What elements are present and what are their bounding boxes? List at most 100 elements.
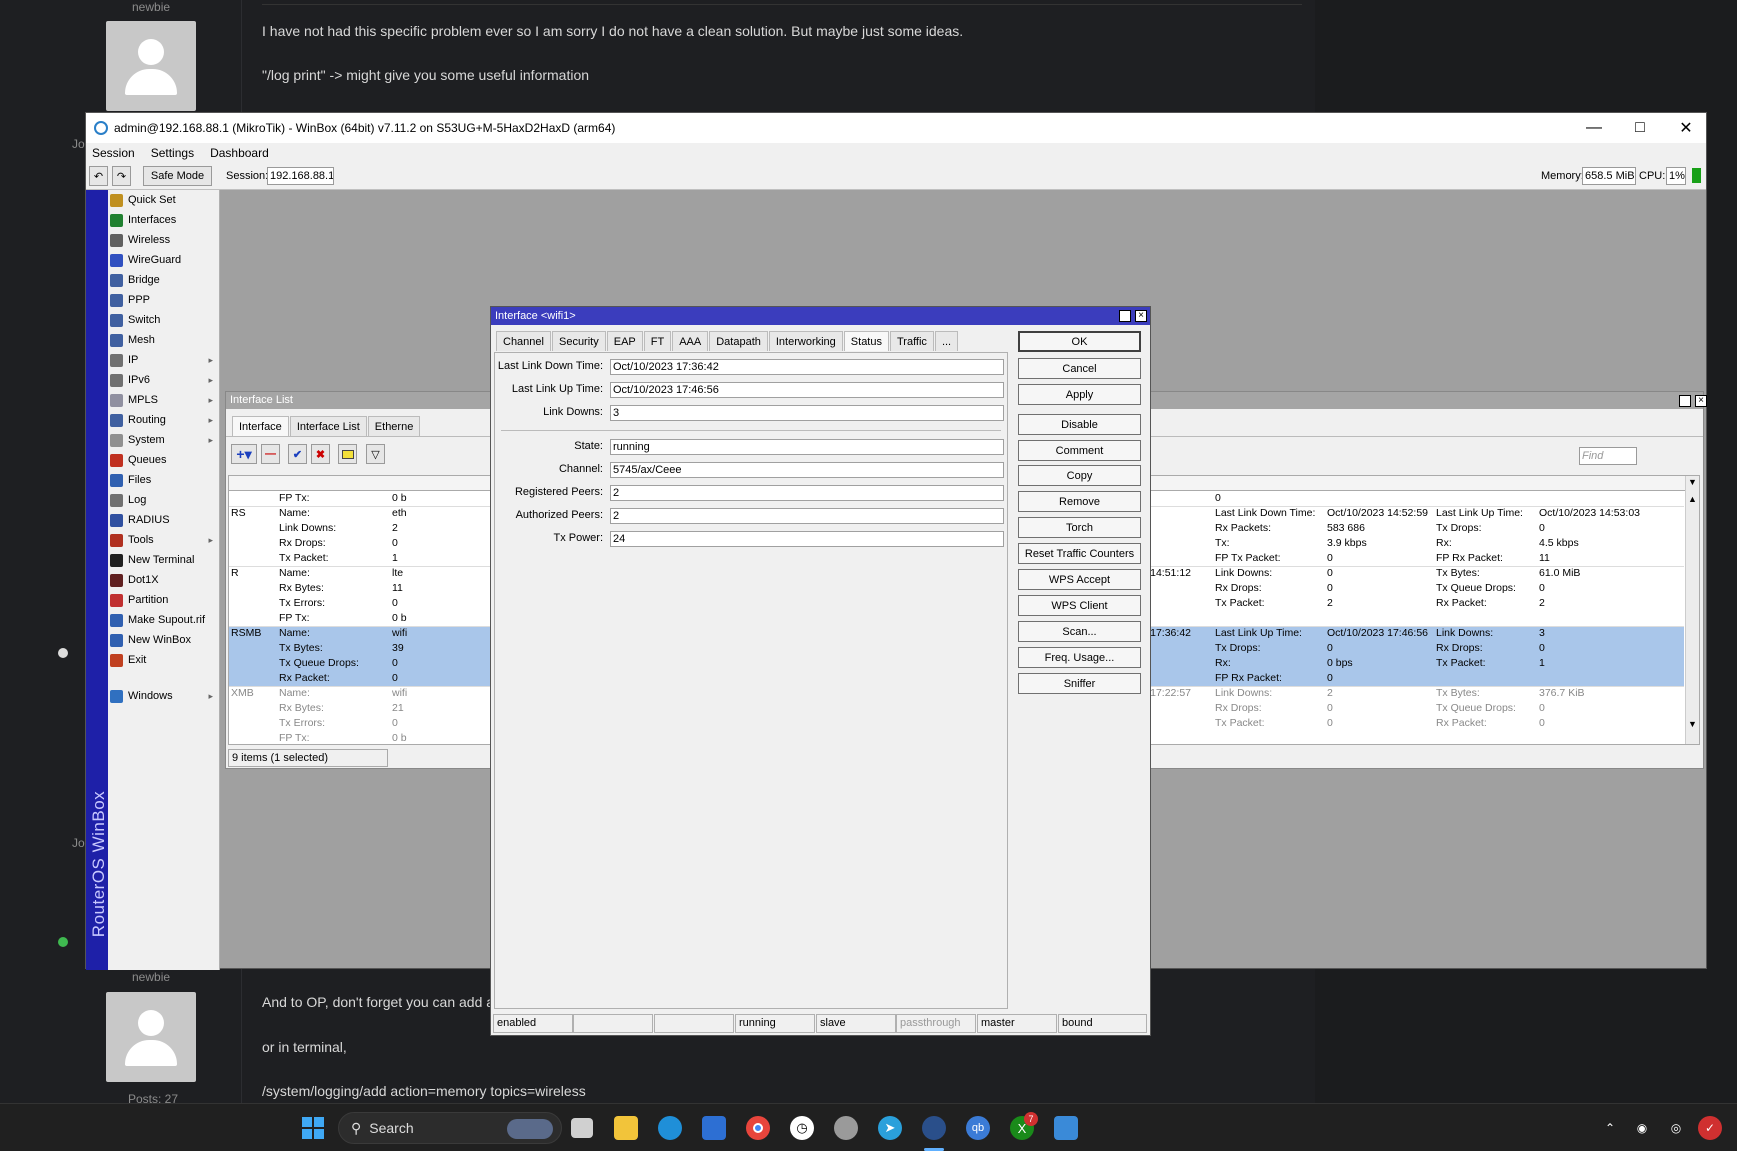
app-window-icon[interactable] (1054, 1116, 1078, 1140)
redo-icon[interactable]: ↷ (112, 166, 131, 186)
tab-traffic[interactable]: Traffic (889, 331, 934, 351)
scroll-down-icon[interactable]: ▼ (1688, 719, 1697, 729)
close-icon[interactable]: ✕ (1663, 113, 1709, 143)
sidebar-item-tools[interactable]: Tools ▸ (108, 530, 219, 550)
comment-button[interactable]: Comment (1018, 440, 1141, 461)
drive-icon[interactable] (834, 1116, 858, 1140)
sidebar-item-make-supout-rif[interactable]: Make Supout.rif (108, 610, 219, 630)
sidebar-item-switch[interactable]: Switch (108, 310, 219, 330)
tab-datapath[interactable]: Datapath (709, 331, 768, 351)
sidebar-item-wireguard[interactable]: WireGuard (108, 250, 219, 270)
sidebar-item-ipv6[interactable]: IPv6 ▸ (108, 370, 219, 390)
remove-icon[interactable]: — (261, 444, 280, 464)
tab-interface-list[interactable]: Interface List (289, 416, 367, 436)
menu-settings[interactable]: Settings (151, 146, 194, 160)
tab-status[interactable]: Status (843, 331, 889, 351)
ok-button[interactable]: OK (1018, 331, 1141, 352)
field-value[interactable]: 2 (610, 485, 1004, 501)
sidebar-item-new-winbox[interactable]: New WinBox (108, 630, 219, 650)
sidebar-item-queues[interactable]: Queues (108, 450, 219, 470)
disable-icon[interactable]: ✖ (311, 444, 330, 464)
cancel-button[interactable]: Cancel (1018, 358, 1141, 379)
sniffer-button[interactable]: Sniffer (1018, 673, 1141, 694)
filter-icon[interactable]: ▽ (366, 444, 385, 464)
sidebar-item-wireless[interactable]: Wireless (108, 230, 219, 250)
sidebar-item-log[interactable]: Log (108, 490, 219, 510)
scroll-up-icon[interactable]: ▲ (1688, 494, 1697, 504)
search-input[interactable]: ⚲ Search (338, 1112, 562, 1144)
sidebar-item-quick-set[interactable]: Quick Set (108, 190, 219, 210)
task-view-icon[interactable] (571, 1118, 593, 1138)
field-value[interactable]: 3 (610, 405, 1004, 421)
tab-ethernet[interactable]: Etherne (367, 416, 421, 436)
field-value[interactable]: Oct/10/2023 17:46:56 (610, 382, 1004, 398)
sidebar-item-windows[interactable]: Windows ▸ (108, 686, 219, 706)
sidebar-item-mesh[interactable]: Mesh (108, 330, 219, 350)
field-value[interactable]: Oct/10/2023 17:36:42 (610, 359, 1004, 375)
apply-button[interactable]: Apply (1018, 384, 1141, 405)
sidebar-item-exit[interactable]: Exit (108, 650, 219, 670)
sidebar-item-files[interactable]: Files (108, 470, 219, 490)
wps-accept-button[interactable]: WPS Accept (1018, 569, 1141, 590)
freq-usage-button[interactable]: Freq. Usage... (1018, 647, 1141, 668)
wps-client-button[interactable]: WPS Client (1018, 595, 1141, 616)
sidebar-item-radius[interactable]: RADIUS (108, 510, 219, 530)
field-value[interactable]: running (610, 439, 1004, 455)
tab-eap[interactable]: EAP (606, 331, 643, 351)
tab-security[interactable]: Security (551, 331, 606, 351)
field-value[interactable]: 24 (610, 531, 1004, 547)
sidebar-item-partition[interactable]: Partition (108, 590, 219, 610)
remove-button[interactable]: Remove (1018, 491, 1141, 512)
winbox-taskbar-icon[interactable] (922, 1116, 946, 1140)
copy-button[interactable]: Copy (1018, 465, 1141, 486)
tab-interworking[interactable]: Interworking (768, 331, 843, 351)
post-username[interactable]: newbie (132, 0, 170, 14)
sidebar-item-mpls[interactable]: MPLS ▸ (108, 390, 219, 410)
menu-dashboard[interactable]: Dashboard (210, 146, 269, 160)
sidebar-item-dot1x[interactable]: Dot1X (108, 570, 219, 590)
tab-interface[interactable]: Interface (232, 416, 289, 436)
sidebar-item-routing[interactable]: Routing ▸ (108, 410, 219, 430)
post-username[interactable]: newbie (132, 970, 170, 984)
sidebar-item-ip[interactable]: IP ▸ (108, 350, 219, 370)
qbittorrent-icon[interactable]: qb (966, 1116, 990, 1140)
add-icon[interactable]: +▾ (231, 444, 257, 464)
scrollbar[interactable] (1685, 476, 1699, 744)
window-titlebar[interactable]: admin@192.168.88.1 (MikroTik) - WinBox (… (86, 113, 1706, 143)
safe-mode-button[interactable]: Safe Mode (143, 166, 212, 186)
menu-session[interactable]: Session (92, 146, 135, 160)
chrome-icon[interactable] (746, 1116, 770, 1140)
reset-traffic-counters-button[interactable]: Reset Traffic Counters (1018, 543, 1141, 564)
field-value[interactable]: 5745/ax/Ceee (610, 462, 1004, 478)
restore-icon[interactable] (1119, 310, 1131, 322)
dialog-title[interactable]: Interface <wifi1> (491, 307, 1150, 325)
scan-button[interactable]: Scan... (1018, 621, 1141, 642)
telegram-icon[interactable]: ➤ (878, 1116, 902, 1140)
find-input[interactable]: Find (1579, 447, 1637, 465)
disable-button[interactable]: Disable (1018, 414, 1141, 435)
edge-icon[interactable] (658, 1116, 682, 1140)
sidebar-item-new-terminal[interactable]: New Terminal (108, 550, 219, 570)
minimize-icon[interactable]: — (1571, 113, 1617, 143)
tab-more[interactable]: ... (934, 331, 959, 351)
sidebar-item-system[interactable]: System ▸ (108, 430, 219, 450)
store-icon[interactable] (702, 1116, 726, 1140)
close-icon[interactable]: × (1135, 310, 1147, 322)
sidebar-item-bridge[interactable]: Bridge (108, 270, 219, 290)
tab-aaa[interactable]: AAA (672, 331, 709, 351)
maximize-icon[interactable]: □ (1617, 113, 1663, 143)
steam-icon[interactable]: ◉ (1630, 1116, 1654, 1140)
session-field[interactable]: 192.168.88.1 (267, 167, 334, 185)
comment-icon[interactable] (338, 444, 357, 464)
enable-icon[interactable]: ✔ (288, 444, 307, 464)
tab-channel[interactable]: Channel (496, 331, 551, 351)
clock-app-icon[interactable]: ◷ (790, 1116, 814, 1140)
field-value[interactable]: 2 (610, 508, 1004, 524)
chevron-up-icon[interactable]: ⌃ (1598, 1116, 1622, 1140)
undo-icon[interactable]: ↶ (89, 166, 108, 186)
sidebar-item-ppp[interactable]: PPP (108, 290, 219, 310)
antivirus-icon[interactable]: ✓ (1698, 1116, 1722, 1140)
close-icon[interactable]: × (1695, 395, 1707, 407)
windows-start-icon[interactable] (301, 1116, 325, 1140)
restore-icon[interactable] (1679, 395, 1691, 407)
